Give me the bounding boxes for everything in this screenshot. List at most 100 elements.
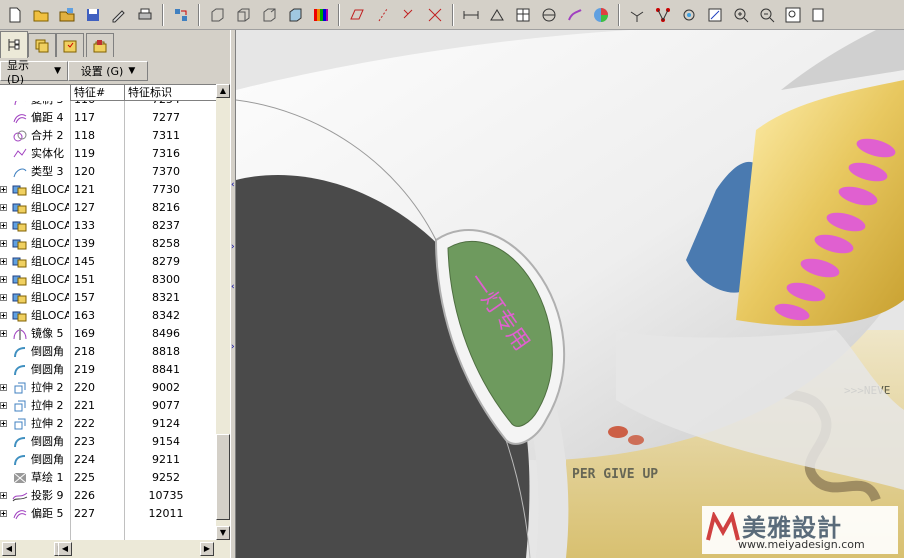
analysis-icon[interactable] (678, 4, 700, 26)
expand-icon[interactable] (0, 294, 7, 301)
appearance-icon[interactable] (564, 4, 586, 26)
tree-row[interactable]: 组LOCAL 157 8321 (0, 289, 216, 307)
tree-row-feature-id: 8496 (152, 327, 180, 340)
view-3d-icon[interactable] (206, 4, 228, 26)
expand-icon[interactable] (0, 420, 7, 427)
tree-row-feature-num: 226 (74, 489, 95, 502)
expand-icon[interactable] (0, 240, 7, 247)
expand-icon[interactable] (0, 330, 7, 337)
measure-icon[interactable] (460, 4, 482, 26)
zoom-in-icon[interactable] (730, 4, 752, 26)
tree-row-name: 组LOCAL (31, 309, 69, 322)
tree-row[interactable]: 拉伸 2 220 9002 (0, 379, 216, 397)
sketch-icon[interactable] (704, 4, 726, 26)
view-front-icon[interactable] (232, 4, 254, 26)
section-icon[interactable] (538, 4, 560, 26)
layers-tab[interactable] (28, 33, 56, 57)
edit-icon[interactable] (108, 4, 130, 26)
favorites-tab[interactable] (86, 33, 114, 57)
tree-row-feature-num: 145 (74, 255, 95, 268)
tree-row[interactable]: 组LOCAL 133 8237 (0, 217, 216, 235)
tree-row[interactable]: 镜像 5 169 8496 (0, 325, 216, 343)
expand-icon[interactable] (0, 510, 7, 517)
tree-row[interactable]: 偏距 4 117 7277 (0, 109, 216, 127)
tree-row-feature-id: 7277 (152, 111, 180, 124)
tree-row-feature-num: 121 (74, 183, 95, 196)
zoom-fit-icon[interactable] (782, 4, 804, 26)
tree-row[interactable]: 组LOCAL 145 8279 (0, 253, 216, 271)
tree-row[interactable]: 组LOCAL 139 8258 (0, 235, 216, 253)
expand-icon[interactable] (0, 312, 7, 319)
plane-icon[interactable] (346, 4, 368, 26)
logo-mark-icon (706, 512, 740, 541)
scroll-left-icon[interactable]: ◀ (2, 542, 16, 556)
zoom-out-icon[interactable] (756, 4, 778, 26)
tree-row-feature-num: 120 (74, 165, 95, 178)
toolbar-separator (338, 3, 340, 26)
axis-icon[interactable] (372, 4, 394, 26)
tree-row-name: 拉伸 2 (31, 399, 64, 412)
tree-row-feature-num: 119 (74, 147, 95, 160)
tree-vertical-scrollbar[interactable]: ▲ ▼ (216, 84, 230, 540)
column-header-feature-id[interactable]: 特征标识 (124, 85, 216, 101)
tree-row[interactable]: 倒圆角 218 8818 (0, 343, 216, 361)
tree-row[interactable]: 倒圆角 223 9154 (0, 433, 216, 451)
tree-row-feature-id: 8841 (152, 363, 180, 376)
folder-tab[interactable] (56, 33, 84, 57)
tree-row[interactable]: 拉伸 2 221 9077 (0, 397, 216, 415)
model-tree-tab[interactable] (0, 31, 28, 58)
tree-row[interactable]: 草绘 1 225 9252 (0, 469, 216, 487)
expand-icon[interactable] (0, 276, 7, 283)
tree-row[interactable]: 组LOCAL 163 8342 (0, 307, 216, 325)
expand-icon[interactable] (0, 222, 7, 229)
triangle-icon[interactable] (486, 4, 508, 26)
point-icon[interactable] (398, 4, 420, 26)
tree-row[interactable]: 合并 2 118 7311 (0, 127, 216, 145)
tree-row[interactable]: 组LOCAL 127 8216 (0, 199, 216, 217)
column-header-feature-num[interactable]: 特征# (70, 85, 124, 101)
tree-row-name: 镜像 5 (31, 327, 64, 340)
color-bar-icon[interactable] (310, 4, 332, 26)
scroll-left-icon[interactable]: ◀ (58, 542, 72, 556)
scroll-thumb[interactable] (216, 434, 230, 520)
tree-horizontal-scrollbar[interactable]: ◀ ▶ ◀ ▶ (0, 540, 230, 558)
shaded-icon[interactable] (284, 4, 306, 26)
3d-viewport[interactable]: >>>NEVE PER GIVE UP (236, 30, 904, 558)
color-wheel-icon[interactable] (590, 4, 612, 26)
nodes-icon[interactable] (652, 4, 674, 26)
scroll-right-icon[interactable]: ▶ (200, 542, 214, 556)
expand-icon[interactable] (0, 492, 7, 499)
expand-icon[interactable] (0, 204, 7, 211)
tree-row[interactable]: 偏距 5 227 12011 (0, 505, 216, 523)
tree-row[interactable]: 投影 9 226 10735 (0, 487, 216, 505)
show-menu-button[interactable]: 显示 (D) ▼ (0, 59, 68, 86)
tree-row-name: 实体化 (31, 147, 64, 160)
expand-icon[interactable] (0, 258, 7, 265)
tree-row-feature-id: 7730 (152, 183, 180, 196)
print-icon[interactable] (134, 4, 156, 26)
expand-icon[interactable] (0, 186, 7, 193)
tree-row[interactable]: 组LOCAL 121 7730 (0, 181, 216, 199)
new-file-icon[interactable] (4, 4, 26, 26)
expand-icon[interactable] (0, 384, 7, 391)
view-side-icon[interactable] (258, 4, 280, 26)
tree-row[interactable]: 倒圆角 219 8841 (0, 361, 216, 379)
tree-row[interactable]: 实体化 119 7316 (0, 145, 216, 163)
tree-row[interactable]: 类型 3 120 7370 (0, 163, 216, 181)
regenerate-icon[interactable] (170, 4, 192, 26)
refit-icon[interactable] (808, 4, 830, 26)
scroll-down-icon[interactable]: ▼ (216, 526, 230, 540)
csys-icon[interactable] (424, 4, 446, 26)
tree-row[interactable]: 倒圆角 224 9211 (0, 451, 216, 469)
tree-row[interactable]: 组LOCAL 151 8300 (0, 271, 216, 289)
scroll-up-icon[interactable]: ▲ (216, 84, 230, 98)
open-folder-icon[interactable] (30, 4, 52, 26)
open-icon[interactable] (56, 4, 78, 26)
spin-icon[interactable] (626, 4, 648, 26)
expand-icon[interactable] (0, 402, 7, 409)
tree-row[interactable]: 拉伸 2 222 9124 (0, 415, 216, 433)
tree-row-name: 拉伸 2 (31, 381, 64, 394)
table-icon[interactable] (512, 4, 534, 26)
settings-menu-button[interactable]: 设置 (G) ▼ (68, 61, 148, 81)
save-icon[interactable] (82, 4, 104, 26)
